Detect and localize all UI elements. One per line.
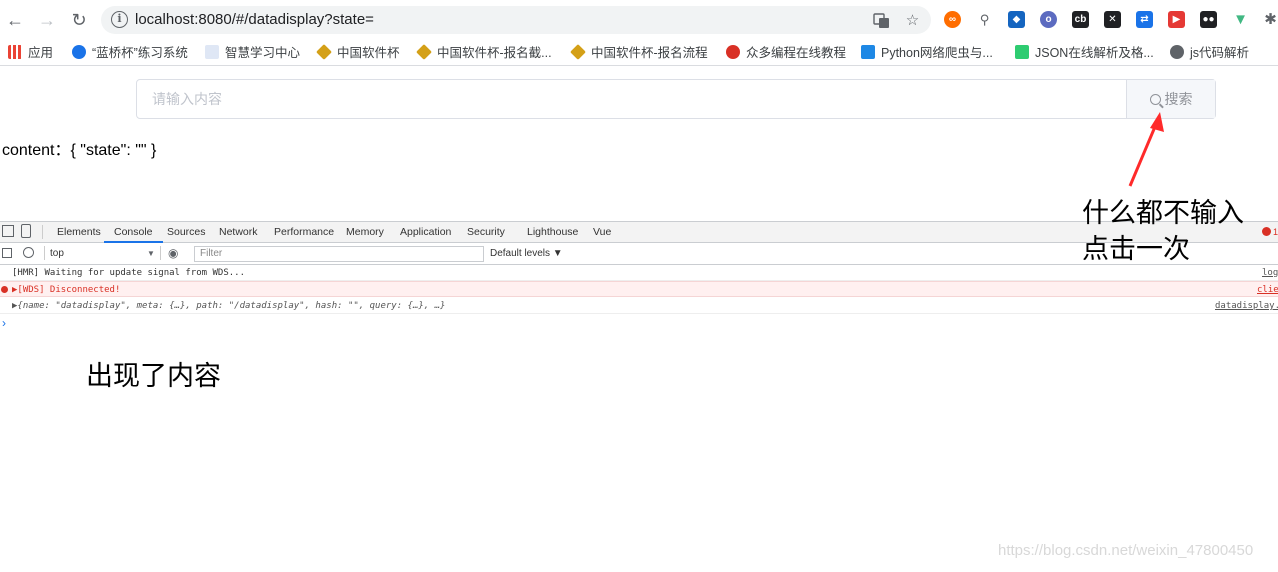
hexagon-logo-icon	[416, 44, 432, 60]
bookmark-programming-tutorial[interactable]: 众多编程在线教程	[726, 44, 846, 62]
inspect-element-icon[interactable]	[2, 225, 14, 237]
divider	[42, 225, 43, 239]
log-source-link[interactable]: log	[1262, 265, 1278, 281]
tab-network[interactable]: Network	[219, 222, 258, 243]
tab-application[interactable]: Application	[400, 222, 451, 243]
error-icon[interactable]	[1262, 227, 1271, 236]
tab-console[interactable]: Console	[104, 222, 163, 243]
device-toolbar-icon[interactable]	[21, 224, 31, 238]
bookmark-apps[interactable]: 应用	[8, 44, 53, 62]
bookmark-software-cup-deadline[interactable]: 中国软件杯-报名截...	[416, 44, 552, 62]
tab-elements[interactable]: Elements	[57, 222, 101, 243]
annotation-line-2: 点击一次	[1082, 234, 1190, 265]
object-message: ▶{name: "datadisplay", meta: {…}, path: …	[12, 301, 446, 311]
infinity-extension-icon[interactable]: ∞	[944, 11, 961, 28]
sync-extension-icon[interactable]: ⇄	[1136, 11, 1153, 28]
bicycle-extension-icon[interactable]: ⚲	[976, 11, 993, 28]
tab-vue[interactable]: Vue	[593, 222, 611, 243]
error-message: ▶[WDS] Disconnected!	[12, 285, 121, 295]
error-icon	[1, 286, 8, 293]
tab-security[interactable]: Security	[467, 222, 505, 243]
bookmark-lanqiao[interactable]: “蓝桥杯”练习系统	[72, 44, 188, 62]
x-extension-icon[interactable]: ✕	[1104, 11, 1121, 28]
tab-memory[interactable]: Memory	[346, 222, 384, 243]
tutorial-logo-icon	[726, 45, 740, 59]
log-source-link[interactable]: datadisplay.	[1215, 298, 1278, 314]
bookmarks-bar: 应用 “蓝桥杯”练习系统 智慧学习中心 中国软件杯 中国软件杯-报名截... 中…	[0, 40, 1278, 66]
red-arrow-annotation	[1128, 112, 1164, 187]
eye-icon[interactable]: ◉	[168, 243, 178, 264]
hexagon-logo-icon	[316, 44, 332, 60]
star-icon[interactable]: ☆	[904, 12, 921, 29]
bookmark-smart-learning[interactable]: 智慧学习中心	[205, 44, 300, 62]
page-icon	[205, 45, 219, 59]
play-extension-icon[interactable]: ▶	[1168, 11, 1185, 28]
forward-arrow-icon[interactable]: →	[36, 9, 58, 31]
console-prompt[interactable]: ›	[2, 316, 6, 330]
annotation-bottom-left: 出现了内容	[86, 361, 221, 392]
log-levels-dropdown[interactable]: Default levels ▼	[490, 243, 563, 264]
hexagon-logo-icon	[570, 44, 586, 60]
bookmark-json-parser[interactable]: JSON在线解析及格...	[1015, 44, 1154, 62]
console-error-row[interactable]: ▶[WDS] Disconnected! clie	[0, 281, 1278, 297]
tab-lighthouse[interactable]: Lighthouse	[527, 222, 578, 243]
context-selector[interactable]: top	[50, 243, 64, 264]
console-filter-input[interactable]: Filter	[194, 246, 484, 262]
translate-icon[interactable]	[873, 12, 890, 29]
content-output: content：{ "state": "" }	[2, 142, 157, 159]
circle-extension-icon[interactable]: o	[1040, 11, 1057, 28]
bookmark-software-cup[interactable]: 中国软件杯	[316, 44, 400, 62]
search-box: 搜索	[136, 79, 1216, 119]
context-dropdown-icon[interactable]: ▼	[147, 243, 155, 264]
dots-extension-icon[interactable]: ●●	[1200, 11, 1217, 28]
browser-toolbar: ← → ↻ i localhost:8080/#/datadisplay?sta…	[0, 0, 1278, 40]
search-input[interactable]	[137, 80, 1127, 118]
annotation-top-right: 什么都不输入 点击一次	[1082, 196, 1244, 268]
log-message: [HMR] Waiting for update signal from WDS…	[12, 268, 245, 278]
bookmark-python-crawler[interactable]: Python网络爬虫与...	[861, 44, 993, 62]
console-object-row[interactable]: ▶{name: "datadisplay", meta: {…}, path: …	[0, 298, 1278, 314]
tab-performance[interactable]: Performance	[274, 222, 334, 243]
bookmark-software-cup-process[interactable]: 中国软件杯-报名流程	[570, 44, 708, 62]
flag-icon	[861, 45, 875, 59]
filter-placeholder: Filter	[200, 248, 223, 259]
vue-extension-icon[interactable]: ▼	[1232, 11, 1249, 28]
info-icon[interactable]: i	[111, 11, 128, 28]
tab-sources[interactable]: Sources	[167, 222, 206, 243]
reload-icon[interactable]: ↻	[68, 9, 90, 31]
divider	[160, 246, 161, 260]
back-arrow-icon[interactable]: ←	[4, 9, 26, 31]
watermark: https://blog.csdn.net/weixin_47800450	[998, 542, 1254, 559]
bookmark-js-parser[interactable]: js代码解析	[1170, 44, 1249, 62]
clear-console-icon[interactable]	[23, 247, 34, 258]
shield-extension-icon[interactable]: ◆	[1008, 11, 1025, 28]
puzzle-extension-icon[interactable]: ✱	[1262, 11, 1278, 28]
address-bar[interactable]: i localhost:8080/#/datadisplay?state= ☆	[101, 6, 931, 34]
error-count[interactable]: 1	[1273, 222, 1278, 243]
json-logo-icon	[1015, 45, 1029, 59]
annotation-line-1: 什么都不输入	[1082, 198, 1244, 229]
sidebar-toggle-icon[interactable]	[2, 248, 12, 258]
cb-extension-icon[interactable]: cb	[1072, 11, 1089, 28]
globe-icon	[1170, 45, 1184, 59]
search-icon	[1149, 94, 1161, 105]
divider	[44, 246, 45, 260]
lanqiao-logo-icon	[72, 45, 86, 59]
log-source-link[interactable]: clie	[1257, 282, 1278, 298]
url-text[interactable]: localhost:8080/#/datadisplay?state=	[135, 11, 374, 28]
apps-grid-icon	[8, 45, 22, 59]
